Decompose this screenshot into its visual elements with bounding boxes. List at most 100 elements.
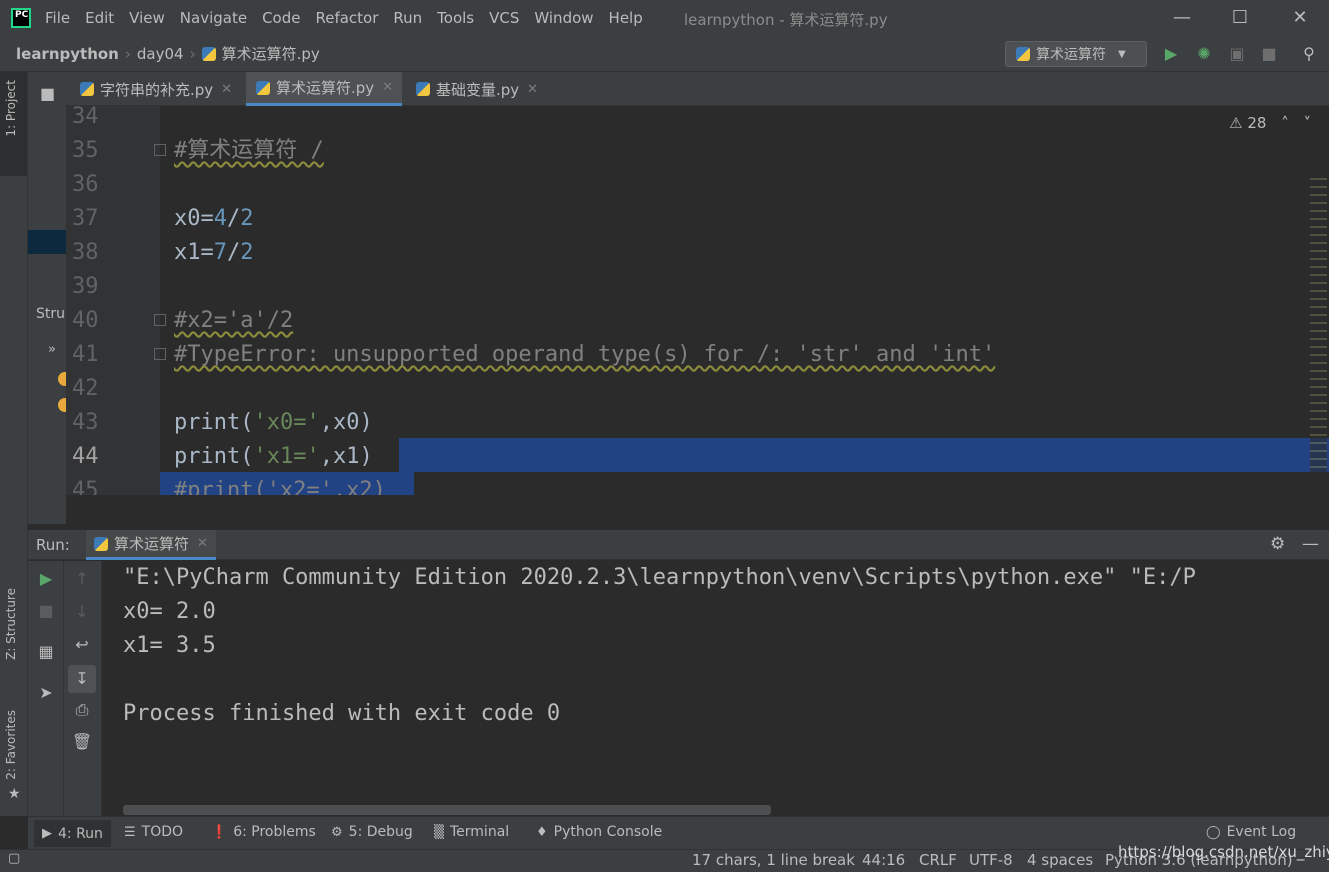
left-tool-stripe: 1: Project Z: Structure 2: Favorites ★ xyxy=(0,72,28,816)
menu-window[interactable]: Window xyxy=(534,9,593,27)
list-icon: ☰ xyxy=(124,824,136,840)
tab-problems[interactable]: ❗ 6: Problems xyxy=(211,824,316,840)
trash-icon[interactable]: 🗑 xyxy=(71,731,93,753)
tab-todo-label: TODO xyxy=(141,824,184,840)
chevron-down-icon[interactable]: ˅ xyxy=(1304,114,1312,132)
line-gutter xyxy=(66,106,160,495)
code-line-41: #TypeError: unsupported operand type(s) … xyxy=(174,342,996,367)
code-editor[interactable]: 34 35 36 37 38 39 40 41 42 43 44 45 #算术运… xyxy=(66,106,1329,495)
run-tool-header: Run: 算术运算符 ✕ ⚙ — xyxy=(28,530,1329,560)
run-console[interactable]: "E:\PyCharm Community Edition 2020.2.3\l… xyxy=(102,561,1329,816)
search-icon[interactable]: ⚲ xyxy=(1299,44,1319,64)
menu-file[interactable]: File xyxy=(45,9,70,27)
file-encoding[interactable]: UTF-8 xyxy=(969,851,1013,869)
terminal-icon: ▒ xyxy=(434,824,444,840)
breadcrumb-folder[interactable]: day04 xyxy=(137,45,184,63)
close-icon[interactable]: ✕ xyxy=(527,82,538,97)
menu-view[interactable]: View xyxy=(129,9,165,27)
menu-bar: PC File Edit View Navigate Code Refactor… xyxy=(0,0,1329,36)
console-line: "E:\PyCharm Community Edition 2020.2.3\l… xyxy=(123,565,1196,590)
run-config-label: 算术运算符 xyxy=(1036,47,1106,63)
tab-terminal[interactable]: ▒ Terminal xyxy=(434,824,509,840)
panel-scrollbar[interactable] xyxy=(28,514,66,524)
coverage-icon[interactable]: ▣ xyxy=(1227,44,1247,64)
favorites-tool-tab[interactable]: 2: Favorites xyxy=(4,710,18,780)
menu-run[interactable]: Run xyxy=(393,9,422,27)
layout-icon[interactable]: ▦ xyxy=(35,641,57,663)
console-line: Process finished with exit code 0 xyxy=(123,701,561,726)
indent-setting[interactable]: 4 spaces xyxy=(1027,851,1093,869)
soft-wrap-icon[interactable]: ↩ xyxy=(71,634,93,656)
structure-tool-tab[interactable]: Z: Structure xyxy=(4,588,18,660)
fold-icon[interactable] xyxy=(154,144,166,156)
project-tool-tab[interactable]: 1: Project xyxy=(4,80,18,137)
close-icon[interactable]: ✕ xyxy=(197,536,208,551)
stop-icon[interactable]: ■ xyxy=(1259,44,1279,64)
tab-label: 字符串的补充.py xyxy=(100,80,214,99)
code-line-38: x1=7/2 xyxy=(174,240,254,265)
fold-icon[interactable] xyxy=(154,348,166,360)
inspection-widget[interactable]: ⚠ 28 ˄ ˅ xyxy=(1229,114,1311,132)
menu-help[interactable]: Help xyxy=(609,9,643,27)
console-line: x0= 2.0 xyxy=(123,599,216,624)
minimize-icon[interactable]: — xyxy=(1170,6,1194,30)
gear-icon[interactable]: ⚙ xyxy=(1270,534,1285,554)
minimize-icon[interactable]: — xyxy=(1302,534,1319,554)
arrow-up-icon[interactable]: ↑ xyxy=(71,568,93,590)
menu-refactor[interactable]: Refactor xyxy=(315,9,378,27)
run-config-select[interactable]: 算术运算符 ▼ xyxy=(1005,41,1147,67)
tab-python-console[interactable]: ♦ Python Console xyxy=(536,824,662,840)
tab-debug-label: 5: Debug xyxy=(348,824,413,840)
tab-label: 算术运算符.py xyxy=(276,79,375,97)
scroll-to-end-icon[interactable]: ↧ xyxy=(68,665,96,693)
error-stripe[interactable] xyxy=(1310,172,1327,472)
expand-icon[interactable]: » xyxy=(48,342,56,357)
breadcrumb-project[interactable]: learnpython xyxy=(16,45,119,63)
tab-debug[interactable]: ⚙ 5: Debug xyxy=(331,824,413,840)
folder-icon[interactable]: ■ xyxy=(40,84,55,103)
stop-icon[interactable]: ■ xyxy=(35,600,57,622)
close-icon[interactable]: ✕ xyxy=(1288,6,1312,30)
close-icon[interactable]: ✕ xyxy=(221,82,232,97)
run-tab[interactable]: 算术运算符 ✕ xyxy=(86,530,216,560)
tool-windows-icon[interactable]: ▢ xyxy=(8,851,20,866)
tab-todo[interactable]: ☰ TODO xyxy=(124,824,183,840)
line-separator[interactable]: CRLF xyxy=(919,851,957,869)
rerun-icon[interactable]: ▶ xyxy=(35,568,57,590)
menu-edit[interactable]: Edit xyxy=(85,9,114,27)
pin-icon[interactable]: ➤ xyxy=(35,682,57,704)
print-icon[interactable]: ⎙ xyxy=(71,699,93,721)
run-toolbar-secondary: ↑ ↓ ↩ ↧ ⎙ 🗑 xyxy=(64,561,102,816)
chevron-up-icon[interactable]: ˄ xyxy=(1281,114,1289,132)
breadcrumb-file[interactable]: 算术运算符.py xyxy=(222,43,320,64)
menu-tools[interactable]: Tools xyxy=(437,9,474,27)
menu-vcs[interactable]: VCS xyxy=(489,9,519,27)
tab-run[interactable]: ▶ 4: Run xyxy=(34,820,111,847)
python-file-icon xyxy=(416,82,430,96)
line-number: 36 xyxy=(72,172,99,197)
console-horizontal-scrollbar[interactable] xyxy=(123,805,771,815)
python-icon: ♦ xyxy=(536,824,548,840)
menu-navigate[interactable]: Navigate xyxy=(180,9,247,27)
caret-position[interactable]: 44:16 xyxy=(862,851,905,869)
tab-string-supplement[interactable]: 字符串的补充.py ✕ xyxy=(70,72,240,106)
run-icon[interactable]: ▶ xyxy=(1161,44,1181,64)
line-number: 37 xyxy=(72,206,99,231)
tab-arithmetic-operators[interactable]: 算术运算符.py ✕ xyxy=(246,72,402,106)
tab-label: 基础变量.py xyxy=(436,80,520,99)
tab-event-log[interactable]: ◯ Event Log xyxy=(1206,824,1296,840)
arrow-down-icon[interactable]: ↓ xyxy=(71,601,93,623)
debug-icon[interactable]: ✺ xyxy=(1194,44,1214,64)
close-icon[interactable]: ✕ xyxy=(382,80,393,95)
tab-basic-variables[interactable]: 基础变量.py ✕ xyxy=(406,72,546,106)
code-line-37: x0=4/2 xyxy=(174,206,254,231)
editor-tab-bar: 字符串的补充.py ✕ 算术运算符.py ✕ 基础变量.py ✕ xyxy=(66,72,1329,106)
code-line-35: #算术运算符 / xyxy=(174,138,324,163)
line-number: 44 xyxy=(72,444,99,469)
menu-code[interactable]: Code xyxy=(262,9,300,27)
maximize-icon[interactable]: ☐ xyxy=(1228,6,1252,30)
window-title: learnpython - 算术运算符.py xyxy=(684,11,888,29)
fold-icon[interactable] xyxy=(154,314,166,326)
run-tab-label: 算术运算符 xyxy=(114,535,190,553)
structure-label: Stru xyxy=(36,306,66,322)
